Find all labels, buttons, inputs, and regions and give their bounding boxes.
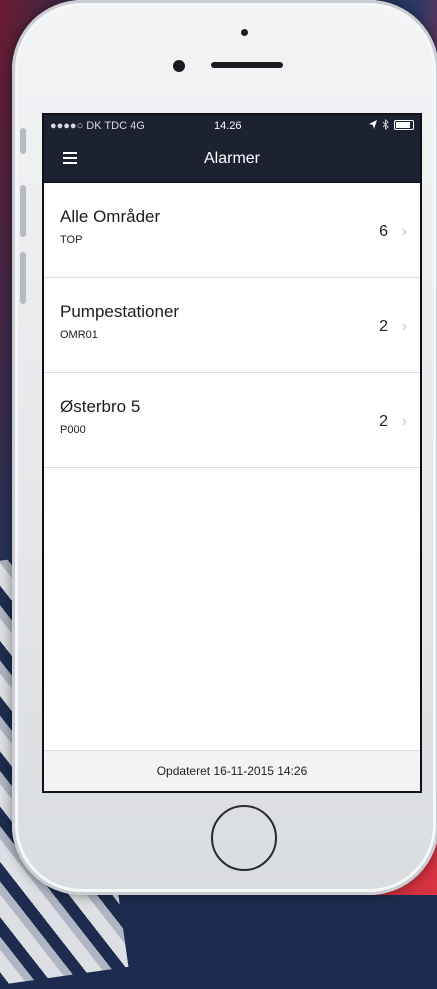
alarm-count-badge: 6 bbox=[379, 223, 388, 240]
bluetooth-icon bbox=[382, 119, 389, 130]
alarm-count-badge: 2 bbox=[379, 413, 388, 430]
front-sensor bbox=[241, 29, 248, 36]
status-icons bbox=[369, 119, 414, 130]
chevron-right-icon: › bbox=[401, 223, 407, 240]
chevron-right-icon: › bbox=[401, 318, 407, 335]
navigation-bar: Alarmer bbox=[44, 138, 420, 183]
alarm-list: Alle Områder TOP 6 › Pumpestationer OMR0… bbox=[44, 183, 420, 468]
list-item-title: Østerbro 5 bbox=[60, 397, 141, 416]
status-time: 14.26 bbox=[214, 120, 242, 132]
mute-switch bbox=[20, 128, 26, 154]
list-item-title: Pumpestationer bbox=[60, 302, 180, 321]
volume-down-button bbox=[20, 252, 26, 304]
alarm-count-badge: 2 bbox=[379, 318, 388, 335]
front-camera bbox=[173, 60, 185, 72]
last-updated-footer: Opdateret 16-11-2015 14:26 bbox=[44, 750, 420, 791]
list-item-subtitle: OMR01 bbox=[60, 329, 98, 341]
battery-icon bbox=[394, 119, 414, 130]
location-arrow-icon bbox=[369, 120, 377, 129]
home-button[interactable] bbox=[211, 805, 277, 871]
carrier-signal: ●●●●○ DK TDC 4G bbox=[50, 120, 145, 132]
list-item[interactable]: Østerbro 5 P000 2 › bbox=[44, 373, 420, 468]
phone-screen: ●●●●○ DK TDC 4G 14.26 Alarmer Alle Områd… bbox=[42, 113, 422, 793]
page-title: Alarmer bbox=[203, 150, 260, 167]
list-item-subtitle: TOP bbox=[60, 234, 83, 246]
list-item[interactable]: Pumpestationer OMR01 2 › bbox=[44, 278, 420, 373]
chevron-right-icon: › bbox=[401, 413, 407, 430]
volume-up-button bbox=[20, 185, 26, 237]
list-item-subtitle: P000 bbox=[60, 424, 86, 436]
earpiece-speaker bbox=[211, 62, 283, 68]
list-item-title: Alle Områder bbox=[60, 207, 161, 226]
list-item[interactable]: Alle Områder TOP 6 › bbox=[44, 183, 420, 278]
status-bar: ●●●●○ DK TDC 4G 14.26 bbox=[44, 115, 420, 138]
